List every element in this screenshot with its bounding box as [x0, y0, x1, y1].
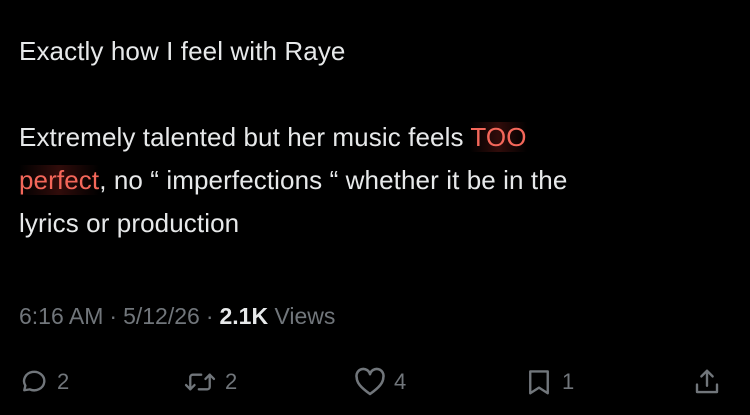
action-bar: 2 2 4 1: [0, 360, 750, 404]
tweet-body: Exactly how I feel with Raye Extremely t…: [19, 30, 729, 245]
tweet-text-segment: , no “ imperfections “ whether it be in …: [99, 165, 568, 195]
heart-icon: [354, 367, 386, 397]
reply-button[interactable]: 2: [19, 360, 69, 404]
share-button[interactable]: [692, 360, 722, 404]
tweet-date[interactable]: 5/12/26: [123, 303, 200, 329]
separator: ·: [109, 303, 118, 329]
tweet-detail: Exactly how I feel with Raye Extremely t…: [0, 0, 750, 415]
like-count: 4: [394, 369, 407, 394]
tweet-text-segment: Extremely talented but her music feels: [19, 122, 471, 152]
bookmark-count: 1: [562, 369, 575, 394]
separator: ·: [205, 303, 214, 329]
tweet-line-1: Exactly how I feel with Raye: [19, 36, 346, 66]
reply-icon: [19, 367, 49, 397]
retweet-count: 2: [225, 369, 238, 394]
share-icon: [692, 367, 722, 397]
tweet-text-segment: lyrics or production: [19, 208, 240, 238]
highlighted-text: TOO: [470, 122, 527, 152]
tweet-metadata: 6:16 AM · 5/12/26 · 2.1K Views: [19, 300, 335, 332]
views-label: Views: [268, 303, 336, 329]
retweet-icon: [183, 367, 217, 397]
bookmark-button[interactable]: 1: [524, 360, 574, 404]
highlighted-text: perfect: [19, 165, 100, 195]
reply-count: 2: [57, 369, 70, 394]
views-count[interactable]: 2.1K: [219, 303, 268, 329]
like-button[interactable]: 4: [354, 360, 406, 404]
tweet-time[interactable]: 6:16 AM: [19, 303, 103, 329]
bookmark-icon: [524, 367, 554, 397]
tweet-paragraph-2: Extremely talented but her music feels T…: [19, 116, 729, 245]
retweet-button[interactable]: 2: [183, 360, 237, 404]
